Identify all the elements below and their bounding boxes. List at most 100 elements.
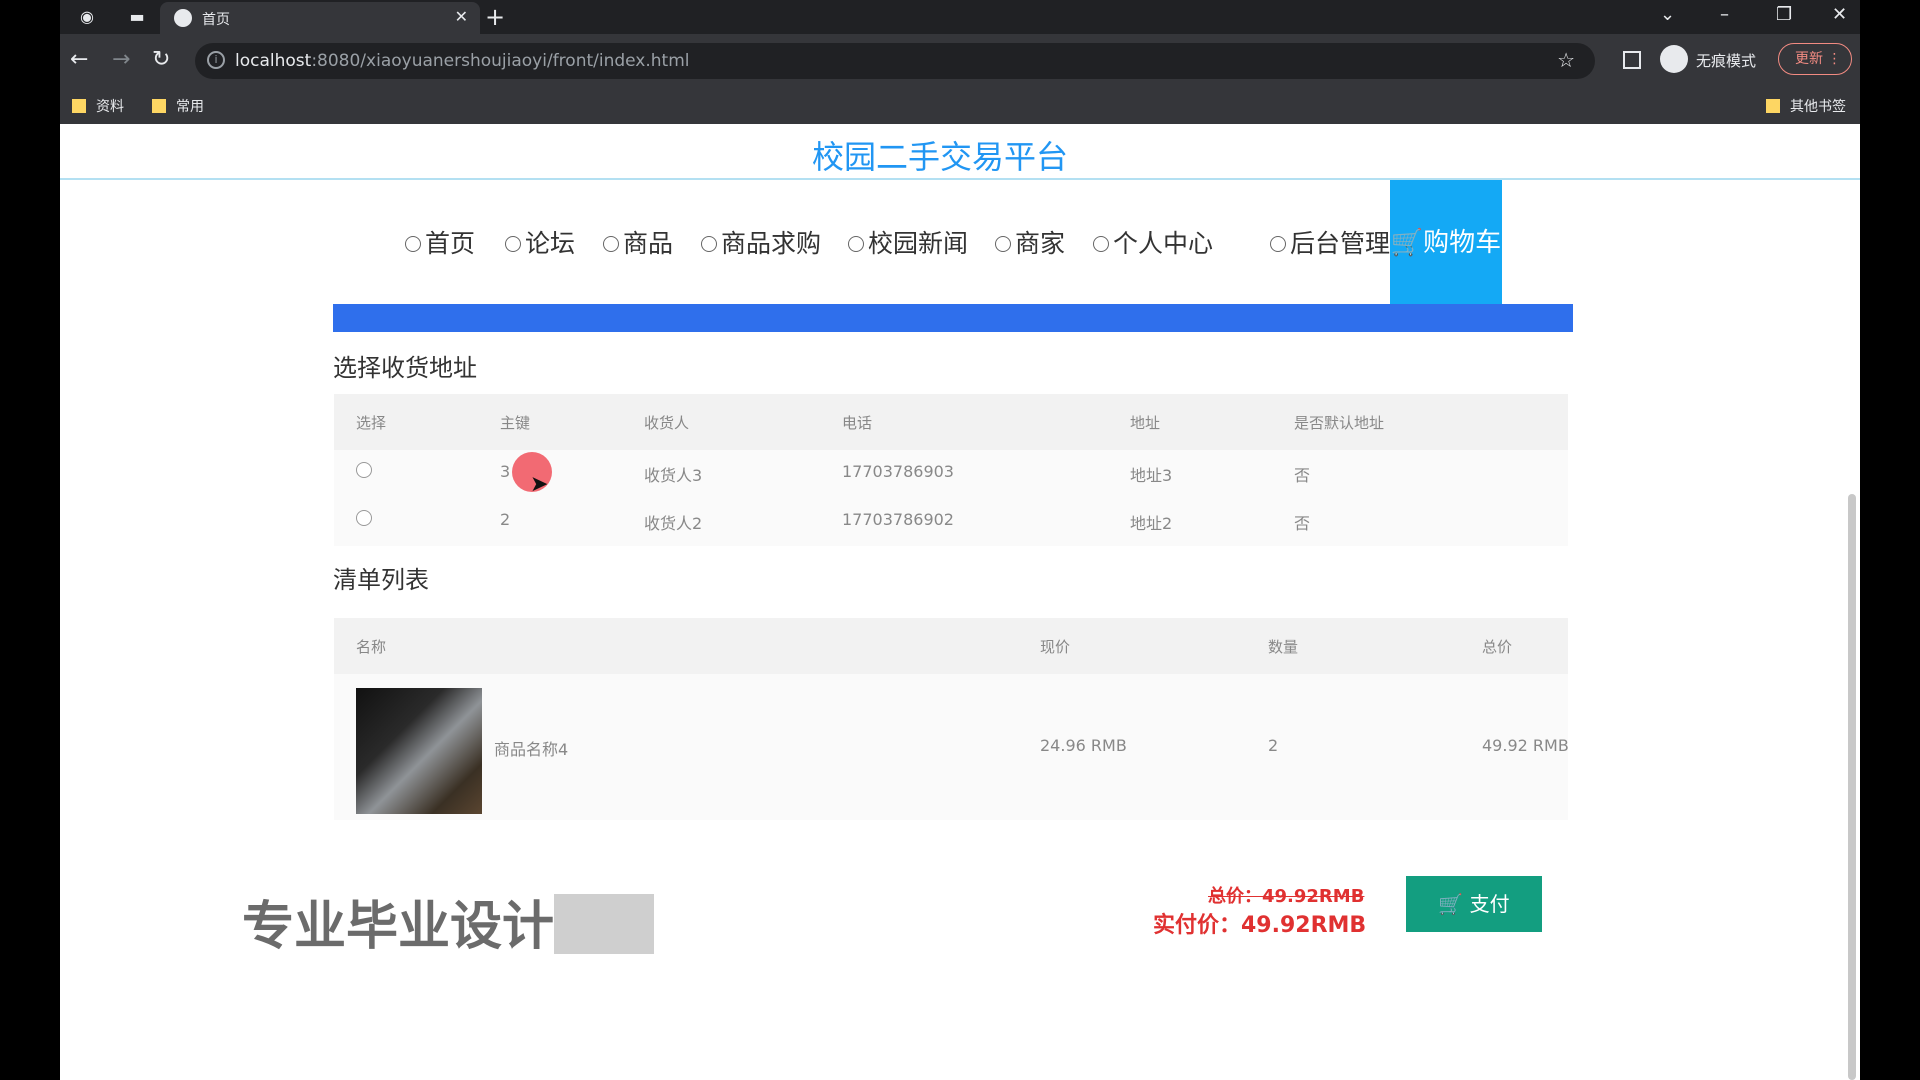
browser-tab[interactable]: 首页 ✕ [160, 2, 480, 34]
close-window-icon[interactable]: ✕ [1832, 4, 1847, 25]
nav-item-cart[interactable]: 🛒购物车 [1390, 180, 1502, 306]
nav-item-forum[interactable]: 论坛 [505, 224, 575, 260]
globe-icon[interactable]: ◉ [76, 6, 98, 28]
folder-icon [72, 99, 86, 113]
info-icon[interactable]: i [207, 51, 225, 69]
link-icon [1270, 236, 1286, 252]
product-thumbnail[interactable] [356, 688, 482, 814]
browser-window: ◉ ▬ 首页 ✕ + ⌄ – ❐ ✕ ← → ↻ i localhost:808… [60, 0, 1860, 1080]
cell-id: 3 [500, 462, 511, 481]
header-cell: 名称 [356, 638, 387, 656]
page-scrollbar[interactable] [1848, 494, 1856, 1080]
close-icon[interactable]: ✕ [455, 7, 468, 26]
address-radio[interactable] [356, 462, 372, 478]
star-icon[interactable]: ☆ [1557, 48, 1575, 72]
address-radio[interactable] [356, 510, 372, 526]
user-icon [1093, 236, 1109, 252]
plus-icon[interactable]: + [485, 3, 505, 31]
nav-item-wanted[interactable]: 商品求购 [701, 224, 821, 260]
watermark-text: 专业毕业设计 [242, 897, 555, 957]
nav-item-home[interactable]: 首页 [405, 224, 475, 260]
address-section-title: 选择收货地址 [333, 354, 477, 382]
cell-default: 否 [1294, 514, 1311, 533]
folder-icon [1766, 99, 1780, 113]
folder-icon [152, 99, 166, 113]
globe-icon [174, 9, 192, 27]
cell-address: 地址3 [1130, 466, 1173, 485]
header-cell: 数量 [1268, 638, 1299, 656]
back-icon[interactable]: ← [70, 48, 88, 72]
cell-id: 2 [500, 510, 511, 529]
cell-quantity: 2 [1268, 736, 1279, 755]
nav-item-admin[interactable]: 后台管理 [1270, 224, 1390, 260]
browser-toolbar: ← → ↻ i localhost:8080/xiaoyuanershoujia… [60, 34, 1860, 88]
clock-icon [603, 236, 619, 252]
home-icon [405, 236, 421, 252]
order-table-header: 名称 现价 数量 总价 [334, 618, 1568, 674]
forum-icon [505, 236, 521, 252]
incognito-icon[interactable] [1660, 45, 1688, 73]
cell-price: 24.96 RMB [1040, 736, 1127, 755]
header-cell: 地址 [1130, 414, 1161, 432]
mouse-cursor-icon: ➤ [530, 472, 549, 497]
forward-icon[interactable]: → [112, 48, 130, 72]
nav-label: 个人中心 [1113, 229, 1214, 258]
cell-phone: 17703786903 [842, 462, 954, 481]
news-icon [848, 236, 864, 252]
nav-label: 后台管理 [1290, 229, 1391, 258]
header-cell: 总价 [1482, 638, 1513, 656]
url-path: :8080/xiaoyuanershoujiaoyi/front/index.h… [311, 51, 690, 71]
bookmarks-bar: 资料 常用 其他书签 [60, 88, 1860, 124]
nav-item-merchant[interactable]: 商家 [995, 224, 1065, 260]
reload-icon[interactable]: ↻ [152, 48, 170, 72]
header-cell: 是否默认地址 [1294, 414, 1385, 432]
nav-item-profile[interactable]: 个人中心 [1093, 224, 1213, 260]
original-total: 总价：49.92RMB [1208, 886, 1365, 907]
incognito-label: 无痕模式 [1696, 52, 1757, 70]
bookmark-folder-ziliao[interactable]: 资料 [72, 96, 124, 116]
pay-button[interactable]: 🛒 支付 [1406, 876, 1542, 932]
bookmark-label: 资料 [96, 99, 124, 115]
chevron-down-icon[interactable]: ⌄ [1660, 4, 1675, 25]
pay-button-label: 支付 [1469, 892, 1510, 916]
nav-item-news[interactable]: 校园新闻 [848, 224, 968, 260]
header-cell: 主键 [500, 414, 531, 432]
cell-receiver: 收货人2 [644, 514, 703, 533]
other-bookmarks[interactable]: 其他书签 [1766, 96, 1846, 116]
bookmark-folder-changyong[interactable]: 常用 [152, 96, 204, 116]
address-table-header: 选择 主键 收货人 电话 地址 是否默认地址 [334, 394, 1568, 450]
order-section-title: 清单列表 [333, 566, 429, 594]
right-letterbox [1860, 0, 1920, 1080]
table-row[interactable]: 商品名称4 24.96 RMB 2 49.92 RMB [334, 674, 1569, 820]
paid-total: 实付价：49.92RMB [1153, 913, 1367, 938]
url-host: localhost [235, 51, 312, 71]
nav-label: 商品 [623, 229, 674, 258]
nav-label: 论坛 [525, 229, 576, 258]
cell-phone: 17703786902 [842, 510, 954, 529]
tab-bar: ◉ ▬ 首页 ✕ + ⌄ – ❐ ✕ [60, 0, 1860, 34]
cell-receiver: 收货人3 [644, 466, 703, 485]
site-title: 校园二手交易平台 [811, 138, 1068, 176]
bookmark-label: 其他书签 [1790, 99, 1846, 115]
header-cell: 电话 [842, 414, 873, 432]
web-page: 校园二手交易平台 首页 论坛 商品 商品求购 校园新闻 商家 个人中心 后台管理… [60, 124, 1860, 1080]
header-cell: 收货人 [644, 414, 690, 432]
order-table: 名称 现价 数量 总价 商品名称4 24.96 RMB 2 49.92 RMB [334, 618, 1569, 820]
header-cell: 选择 [356, 414, 387, 432]
cart-icon: 🛒 [1390, 228, 1424, 258]
cell-total: 49.92 RMB [1482, 736, 1569, 755]
table-row[interactable]: 2 收货人2 17703786902 地址2 否 [334, 498, 1568, 546]
minimize-icon[interactable]: – [1720, 4, 1729, 25]
nav-label: 商品求购 [721, 229, 822, 258]
url-text: localhost:8080/xiaoyuanershoujiaoyi/fron… [235, 51, 690, 71]
cell-default: 否 [1294, 466, 1311, 485]
update-button[interactable]: 更新 ⋮ [1778, 43, 1852, 75]
address-bar[interactable]: i localhost:8080/xiaoyuanershoujiaoyi/fr… [195, 43, 1595, 79]
tab-search-icon[interactable]: ▬ [126, 6, 148, 28]
side-panel-icon[interactable] [1623, 51, 1641, 69]
nav-item-goods[interactable]: 商品 [603, 224, 673, 260]
watermark-blur [554, 894, 655, 954]
restore-icon[interactable]: ❐ [1776, 4, 1792, 25]
cart-icon: 🛒 [1438, 892, 1464, 916]
update-label: 更新 [1795, 51, 1823, 67]
